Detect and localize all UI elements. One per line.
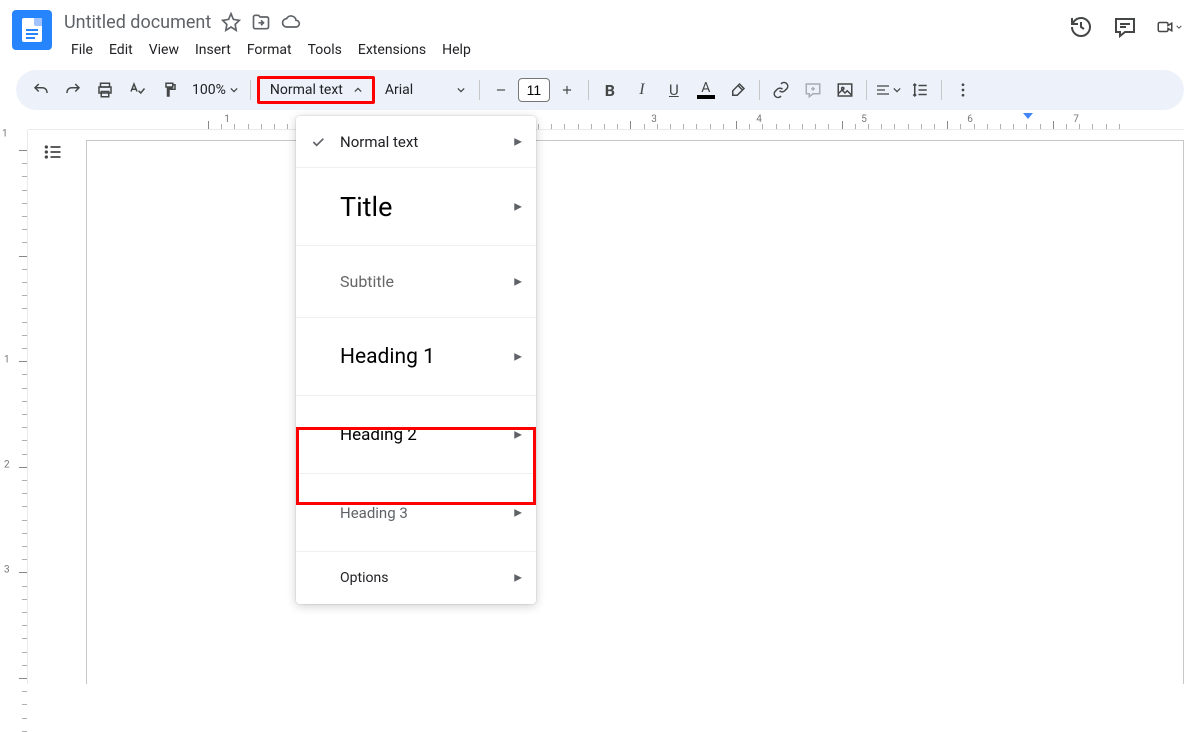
style-option-options[interactable]: Options ▶ [296,552,536,604]
menubar: File Edit View Insert Format Tools Exten… [64,38,1068,62]
ruler-label: 1 [224,114,230,125]
paint-format-button[interactable] [154,75,184,105]
menu-insert[interactable]: Insert [188,38,238,62]
submenu-arrow-icon: ▶ [514,136,522,147]
insert-image-button[interactable] [830,75,860,105]
submenu-arrow-icon: ▶ [514,276,522,287]
submenu-arrow-icon: ▶ [514,429,522,440]
italic-button[interactable]: I [627,75,657,105]
app-header: Untitled document File Edit View Insert … [0,0,1200,64]
ruler-label: 7 [1073,114,1079,125]
bold-button[interactable]: B [595,75,625,105]
submenu-arrow-icon: ▶ [514,507,522,518]
line-spacing-button[interactable] [905,75,935,105]
comments-icon[interactable] [1112,14,1138,40]
submenu-arrow-icon: ▶ [514,573,522,584]
right-indent-marker[interactable] [1023,113,1033,119]
menu-extensions[interactable]: Extensions [351,38,433,62]
style-option-heading-2[interactable]: Heading 2 ▶ [296,396,536,474]
history-icon[interactable] [1068,14,1094,40]
increase-font-size-button[interactable] [552,75,582,105]
menu-file[interactable]: File [64,38,100,62]
align-dropdown[interactable] [873,75,903,105]
paragraph-styles-dropdown[interactable]: Normal text [257,76,375,104]
spellcheck-button[interactable] [122,75,152,105]
vertical-ruler[interactable]: 1 1 2 3 [0,130,28,684]
style-option-subtitle[interactable]: Subtitle ▶ [296,246,536,318]
style-option-heading-3[interactable]: Heading 3 ▶ [296,474,536,552]
font-size-input[interactable] [518,78,550,102]
move-icon[interactable] [251,12,271,32]
style-option-normal-text[interactable]: Normal text ▶ [296,116,536,168]
cloud-status-icon[interactable] [281,12,301,32]
ruler-label: 4 [756,114,762,125]
menu-tools[interactable]: Tools [301,38,349,62]
decrease-font-size-button[interactable] [486,75,516,105]
document-outline-icon[interactable] [41,140,65,164]
redo-button[interactable] [58,75,88,105]
undo-button[interactable] [26,75,56,105]
style-option-title[interactable]: Title ▶ [296,168,536,246]
menu-format[interactable]: Format [240,38,299,62]
checkmark-icon [310,134,326,150]
ruler-label: 5 [861,114,867,125]
highlight-color-button[interactable] [723,75,753,105]
zoom-dropdown[interactable]: 100% [186,82,244,98]
text-color-button[interactable]: A [691,75,721,105]
more-button[interactable] [948,75,978,105]
insert-link-button[interactable] [766,75,796,105]
submenu-arrow-icon: ▶ [514,351,522,362]
ruler-label: 3 [4,565,10,576]
submenu-arrow-icon: ▶ [514,201,522,212]
ruler-label: 2 [4,460,10,471]
style-option-heading-1[interactable]: Heading 1 ▶ [296,318,536,396]
ruler-label: 1 [4,355,10,366]
ruler-label: 6 [967,114,973,125]
menu-help[interactable]: Help [435,38,478,62]
toolbar: 100% Normal text Arial B I U A [16,70,1184,110]
star-icon[interactable] [221,12,241,32]
ruler-label: 1 [2,129,8,140]
docs-logo[interactable] [12,10,52,50]
underline-button[interactable]: U [659,75,689,105]
menu-view[interactable]: View [142,38,186,62]
horizontal-ruler[interactable]: 1 3 4 5 6 7 [28,114,1184,130]
document-title[interactable]: Untitled document [64,12,211,33]
document-page[interactable]: s [86,140,1184,684]
menu-edit[interactable]: Edit [102,38,140,62]
meet-icon[interactable] [1156,14,1182,40]
add-comment-button[interactable] [798,75,828,105]
print-button[interactable] [90,75,120,105]
font-dropdown[interactable]: Arial [377,76,473,104]
paragraph-styles-menu: Normal text ▶ Title ▶ Subtitle ▶ Heading… [296,116,536,604]
